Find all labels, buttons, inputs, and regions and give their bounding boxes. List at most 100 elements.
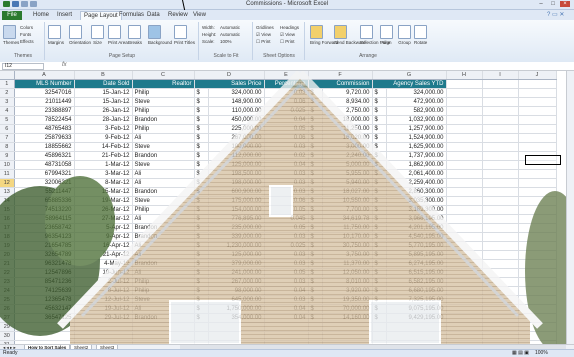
cell[interactable]: 3,000.00 — [322, 142, 373, 152]
cell[interactable]: $ — [308, 196, 323, 206]
scale-spinner[interactable]: 100% — [220, 39, 232, 44]
cell[interactable]: 3,189,300.00 — [386, 205, 447, 215]
cell[interactable] — [446, 169, 483, 179]
bring-forward-button[interactable]: Bring Forward — [310, 25, 338, 45]
cell[interactable] — [446, 187, 483, 197]
column-header-G[interactable]: G — [372, 71, 447, 80]
cell[interactable] — [482, 232, 519, 242]
cell[interactable]: 21011449 — [14, 97, 75, 107]
cell[interactable] — [372, 322, 387, 332]
row-header[interactable]: 16 — [0, 214, 15, 224]
cell[interactable]: 19-Mar-12 — [74, 196, 133, 206]
row-header[interactable]: 8 — [0, 142, 15, 152]
header-cell[interactable]: MLS Number — [14, 79, 75, 89]
cell[interactable]: $ — [194, 142, 209, 152]
select-all-corner[interactable] — [0, 71, 15, 80]
fonts-button[interactable]: Fonts — [20, 32, 31, 37]
cell[interactable]: $ — [194, 277, 209, 287]
cell[interactable]: $ — [372, 169, 387, 179]
cell[interactable]: $ — [372, 196, 387, 206]
cell[interactable]: 379,000.00 — [208, 259, 265, 269]
cell[interactable] — [482, 331, 519, 341]
cell[interactable]: $ — [194, 286, 209, 296]
cell[interactable] — [518, 79, 557, 89]
cell[interactable]: $ — [308, 160, 323, 170]
cell[interactable]: 67994321 — [14, 169, 75, 179]
cell[interactable]: 29-Jul-12 — [74, 313, 133, 323]
cell[interactable]: 18,027.00 — [322, 187, 373, 197]
cell[interactable]: 5,770,195.00 — [386, 241, 447, 251]
cell[interactable]: 7,700.00 — [322, 205, 373, 215]
height-dropdown[interactable]: Automatic — [220, 32, 240, 37]
row-header[interactable]: 18 — [0, 232, 15, 242]
cell[interactable]: 9,075,195.00 — [386, 304, 447, 314]
cell[interactable]: 0.05 — [264, 223, 309, 233]
cell[interactable]: $ — [372, 88, 387, 98]
cell[interactable] — [446, 322, 483, 332]
row-header[interactable]: 2 — [0, 88, 15, 98]
cell[interactable]: 16-Apr-12 — [74, 241, 133, 251]
cell[interactable]: 0.03 — [264, 142, 309, 152]
row-header[interactable]: 10 — [0, 160, 15, 170]
minimize-button[interactable]: – — [536, 1, 546, 7]
cell[interactable] — [446, 106, 483, 116]
row-header[interactable]: 11 — [0, 169, 15, 179]
cell[interactable]: 5,000.00 — [322, 160, 373, 170]
cell[interactable]: Ali — [132, 304, 195, 314]
cell[interactable]: Ali — [132, 250, 195, 260]
cell[interactable]: $ — [194, 88, 209, 98]
cell[interactable]: $ — [372, 133, 387, 143]
cell[interactable]: 12,050.00 — [322, 268, 373, 278]
cell[interactable]: $ — [372, 268, 387, 278]
cell[interactable]: 11,250.00 — [322, 124, 373, 134]
cell[interactable] — [482, 241, 519, 251]
cell[interactable]: $ — [308, 205, 323, 215]
cell[interactable]: 8,934.00 — [322, 97, 373, 107]
cell[interactable]: 21654785 — [14, 241, 75, 251]
cell[interactable]: 154,000.00 — [208, 205, 265, 215]
cell[interactable]: 2,750.00 — [322, 106, 373, 116]
cell[interactable]: 0.02 — [264, 151, 309, 161]
cell[interactable]: $ — [372, 187, 387, 197]
cell[interactable]: 6,680,195.00 — [386, 286, 447, 296]
print-titles-button[interactable]: Print Titles — [174, 25, 195, 45]
cell[interactable]: 45632147 — [14, 304, 75, 314]
column-header-I[interactable]: I — [482, 71, 519, 80]
cell[interactable]: 70,000.00 — [322, 304, 373, 314]
cell[interactable] — [482, 259, 519, 269]
cell[interactable]: $ — [194, 304, 209, 314]
cell[interactable]: Steve — [132, 160, 195, 170]
cell[interactable]: $ — [194, 295, 209, 305]
cell[interactable] — [264, 331, 309, 341]
cell[interactable] — [446, 214, 483, 224]
cell[interactable]: $ — [308, 313, 323, 323]
cell[interactable]: 85471236 — [14, 277, 75, 287]
cell[interactable]: $ — [308, 97, 323, 107]
cell[interactable] — [482, 124, 519, 134]
cell[interactable]: Brandon — [132, 187, 195, 197]
cell[interactable] — [518, 241, 557, 251]
cell[interactable]: 0.04 — [264, 160, 309, 170]
row-header[interactable]: 14 — [0, 196, 15, 206]
cell[interactable]: 0.06 — [264, 196, 309, 206]
cell[interactable]: Steve — [132, 295, 195, 305]
cell[interactable]: $ — [194, 106, 209, 116]
cell[interactable]: $ — [194, 241, 209, 251]
cell[interactable]: 110,000.00 — [208, 106, 265, 116]
cell[interactable]: $ — [308, 106, 323, 116]
cell[interactable] — [446, 196, 483, 206]
cell[interactable]: $ — [308, 241, 323, 251]
cell[interactable]: Philip — [132, 88, 195, 98]
column-header-C[interactable]: C — [132, 71, 195, 80]
cell[interactable] — [518, 169, 557, 179]
cell[interactable]: 28-Jan-12 — [74, 115, 133, 125]
cell[interactable]: 3-Feb-12 — [74, 124, 133, 134]
cell[interactable]: 32006321 — [14, 178, 75, 188]
cell[interactable]: 6,515,195.00 — [386, 268, 447, 278]
row-header[interactable]: 22 — [0, 268, 15, 278]
cell[interactable]: 6,274,195.00 — [386, 259, 447, 269]
cell[interactable] — [446, 151, 483, 161]
column-header-B[interactable]: B — [74, 71, 133, 80]
cell[interactable]: 235,000.00 — [208, 223, 265, 233]
tab-data[interactable]: Data — [144, 11, 163, 20]
